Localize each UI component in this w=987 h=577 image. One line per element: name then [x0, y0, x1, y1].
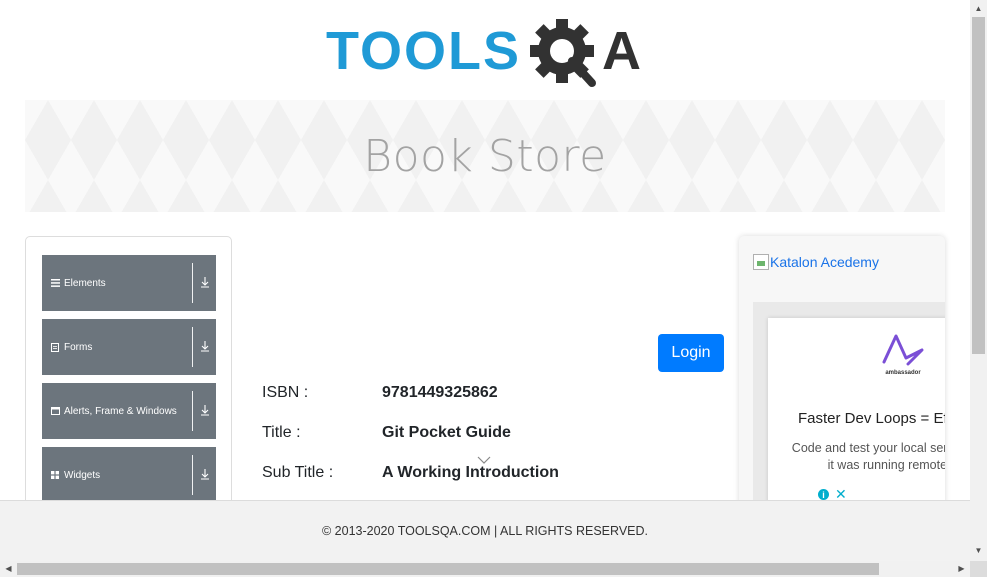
document-icon — [50, 342, 60, 352]
horizontal-scroll-thumb[interactable] — [17, 563, 879, 575]
scroll-left-icon[interactable]: ◀ — [4, 564, 13, 574]
ad-info-icon[interactable]: i — [818, 489, 829, 500]
left-nav-panel: Elements Forms Alerts, Frame & Windows W… — [25, 236, 232, 526]
title-value: Git Pocket Guide — [382, 424, 511, 441]
isbn-value: 9781449325862 — [382, 384, 498, 401]
nav-group-label: Alerts, Frame & Windows — [64, 405, 177, 417]
scroll-down-icon[interactable]: ▼ — [974, 546, 983, 555]
vertical-scrollbar[interactable]: ▲ ▼ — [970, 0, 987, 561]
subtitle-label: Sub Title : — [262, 464, 334, 481]
subtitle-value: A Working Introduction — [382, 464, 559, 481]
divider — [192, 391, 193, 431]
vertical-scroll-thumb[interactable] — [972, 17, 985, 354]
divider — [192, 455, 193, 495]
login-button[interactable]: Login — [658, 334, 724, 372]
nav-group-label: Widgets — [64, 469, 101, 481]
nav-group-elements[interactable]: Elements — [42, 255, 216, 311]
ad-frame: ambassador Faster Dev Loops = Effic Code… — [753, 302, 945, 526]
page-banner: Book Store — [25, 100, 945, 212]
page-title: Book Store — [363, 130, 607, 182]
ad-body: Code and test your local servic time as … — [791, 441, 945, 472]
download-arrow-icon — [201, 341, 209, 352]
nav-group-forms[interactable]: Forms — [42, 319, 216, 375]
katalon-academy-link[interactable]: Katalon Acedemy — [753, 254, 879, 270]
ad-card[interactable]: ambassador Faster Dev Loops = Effic Code… — [768, 318, 945, 526]
grid-icon — [50, 470, 60, 480]
toolsqa-logo-graphic: TOOLS A — [326, 19, 641, 87]
chevron-down-icon[interactable] — [477, 456, 491, 464]
right-ad-panel: Katalon Acedemy ambassador Faster Dev Lo… — [739, 236, 945, 526]
footer-text: © 2013-2020 TOOLSQA.COM | ALL RIGHTS RES… — [321, 524, 648, 538]
download-arrow-icon — [201, 469, 209, 480]
toolsqa-logo[interactable]: TOOLS A — [326, 17, 648, 91]
nav-group-widgets[interactable]: Widgets — [42, 447, 216, 503]
isbn-label: ISBN : — [262, 384, 309, 401]
broken-image-icon — [753, 254, 769, 270]
ad-headline: Faster Dev Loops = Effic — [798, 410, 945, 427]
ambassador-logo-icon: ambassador — [882, 334, 924, 376]
title-label: Title : — [262, 424, 301, 441]
divider — [192, 263, 193, 303]
logo-qa-text: A — [602, 21, 641, 81]
divider — [192, 327, 193, 367]
katalon-academy-link-text: Katalon Acedemy — [770, 254, 879, 270]
hamburger-icon — [50, 278, 60, 288]
gear-icon — [530, 19, 596, 87]
scroll-up-icon[interactable]: ▲ — [974, 4, 983, 13]
scroll-right-icon[interactable]: ▶ — [957, 564, 966, 574]
window-icon — [50, 406, 60, 416]
svg-text:ambassador: ambassador — [885, 370, 921, 376]
nav-group-label: Forms — [64, 341, 93, 353]
nav-group-alerts[interactable]: Alerts, Frame & Windows — [42, 383, 216, 439]
scrollbar-corner — [970, 561, 987, 577]
horizontal-scrollbar[interactable]: ◀ ▶ — [0, 561, 970, 577]
download-arrow-icon — [201, 277, 209, 288]
page-footer: © 2013-2020 TOOLSQA.COM | ALL RIGHTS RES… — [0, 500, 970, 561]
download-arrow-icon — [201, 405, 209, 416]
nav-group-label: Elements — [64, 277, 106, 289]
logo-tools-text: TOOLS — [326, 21, 521, 81]
